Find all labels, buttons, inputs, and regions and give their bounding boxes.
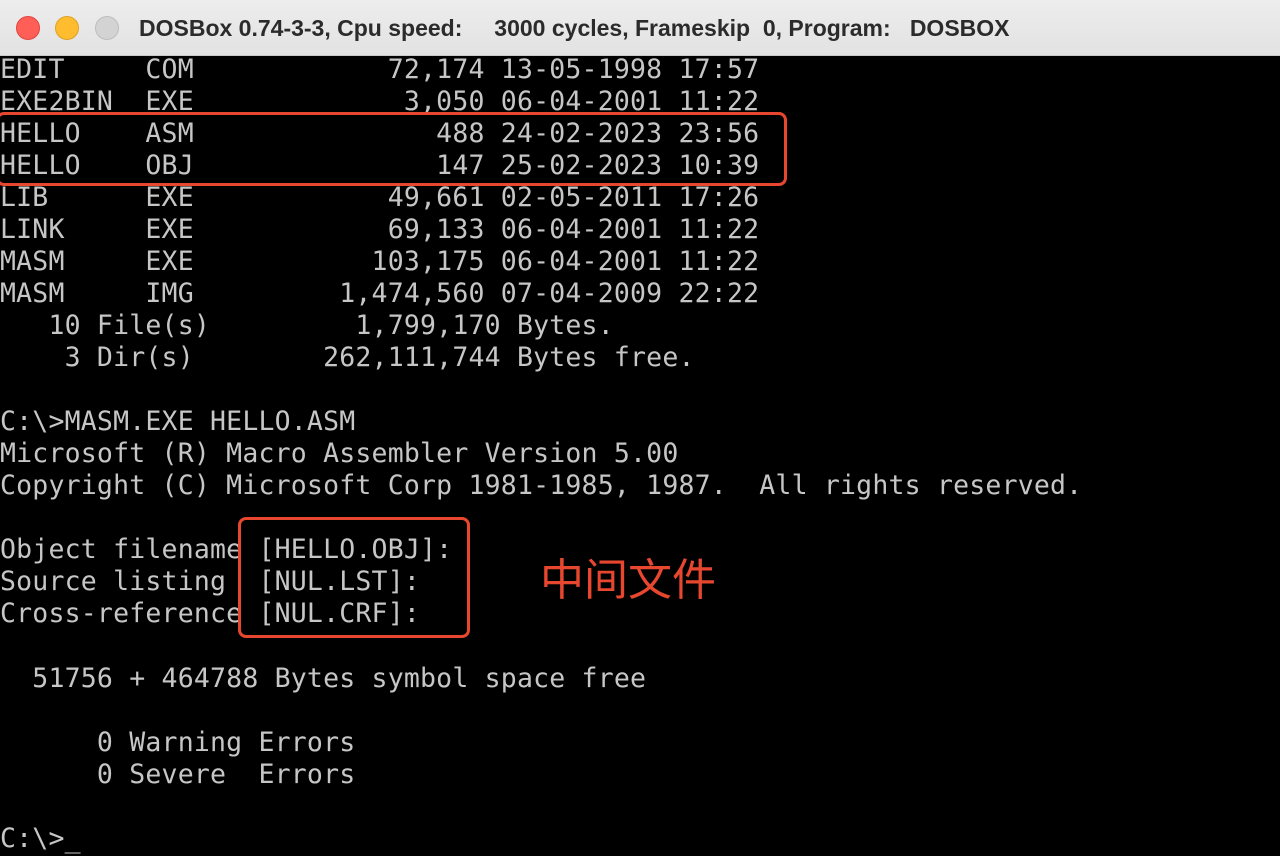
terminal-line: LIB EXE 49,661 02-05-2011 17:26: [0, 182, 760, 213]
terminal-line: MASM IMG 1,474,560 07-04-2009 22:22: [0, 278, 760, 309]
terminal-line: 0 Severe Errors: [0, 759, 356, 790]
minimize-window-button[interactable]: [55, 16, 79, 40]
terminal-line: Copyright (C) Microsoft Corp 1981-1985, …: [0, 470, 1083, 501]
window-title: DOSBox 0.74-3-3, Cpu speed: 3000 cycles,…: [139, 15, 1010, 41]
terminal-line: C:\>MASM.EXE HELLO.ASM: [0, 406, 356, 437]
terminal-line: EDIT COM 72,174 13-05-1998 17:57: [0, 54, 760, 85]
terminal-line: 10 File(s) 1,799,170 Bytes.: [0, 310, 614, 341]
dosbox-window: DOSBox 0.74-3-3, Cpu speed: 3000 cycles,…: [0, 0, 1280, 856]
terminal-line: 51756 + 464788 Bytes symbol space free: [0, 663, 647, 694]
highlight-box-hello-files: [0, 112, 787, 186]
title-bar[interactable]: DOSBox 0.74-3-3, Cpu speed: 3000 cycles,…: [0, 0, 1280, 56]
zoom-window-button[interactable]: [95, 16, 119, 40]
highlight-box-output-files: [238, 517, 470, 638]
terminal-line: 0 Warning Errors: [0, 727, 356, 758]
terminal-line: 3 Dir(s) 262,111,744 Bytes free.: [0, 342, 695, 373]
terminal-line: MASM EXE 103,175 06-04-2001 11:22: [0, 246, 760, 277]
terminal-prompt: C:\>_: [0, 823, 81, 854]
close-window-button[interactable]: [16, 16, 40, 40]
annotation-label: 中间文件: [540, 555, 716, 606]
terminal-line: Microsoft (R) Macro Assembler Version 5.…: [0, 438, 679, 469]
terminal-line: LINK EXE 69,133 06-04-2001 11:22: [0, 214, 760, 245]
